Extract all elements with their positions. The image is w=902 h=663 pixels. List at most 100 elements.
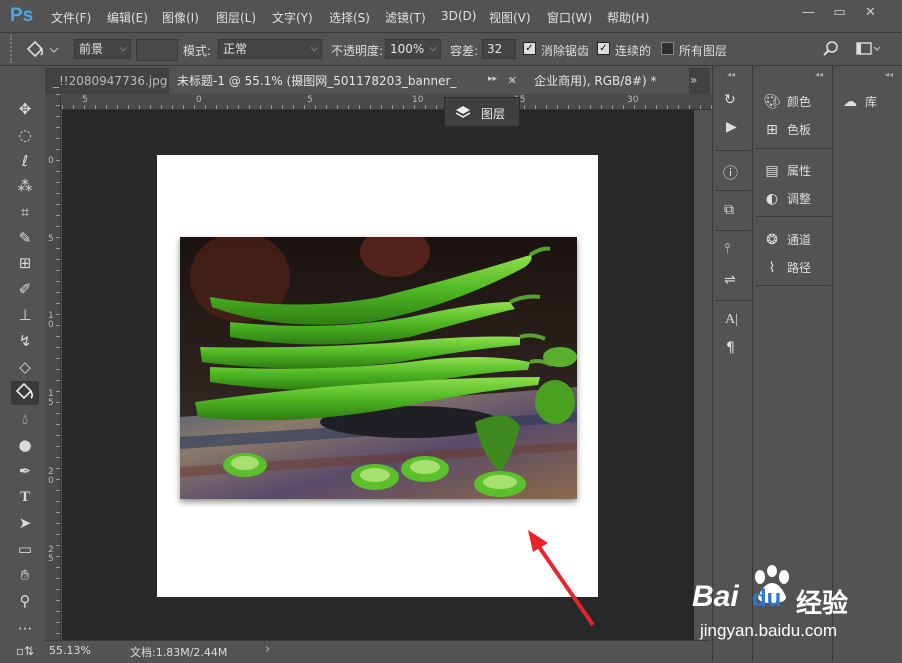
tab-document-2[interactable]: 未标题-1 @ 55.1% (摄图网_501178203_banner_ 企业商…	[169, 68, 689, 94]
brush-tool-icon[interactable]: ✐	[11, 277, 39, 301]
adjustments-panel-button[interactable]: ◐ 调整	[763, 190, 811, 207]
collapse-icon[interactable]: ◂◂	[815, 70, 823, 79]
history-icon[interactable]: ↻	[724, 92, 736, 108]
tools-panel: ✥ ◌ ℓ ⁂ ⌗ ✎ ⊞ ✐ ⊥ ↯ ◇ 💧︎ ● ✒ T ➤ ▭ ✋︎ ⚲ …	[8, 93, 44, 661]
swatches-label: 色板	[787, 123, 812, 137]
properties-icon: ▤	[765, 163, 779, 179]
ruler-tick-label: 2 5	[48, 545, 54, 564]
baidu-jingyan-watermark: Bai du 经验 jingyan.baidu.com	[692, 563, 902, 661]
palette-icon: 🎨︎	[763, 94, 781, 110]
close-button[interactable]: ✕	[857, 3, 884, 23]
history-brush-tool-icon[interactable]: ↯	[11, 329, 39, 353]
libraries-panel-button[interactable]: ☁ 库	[841, 93, 877, 110]
menu-help[interactable]: 帮助(H)	[607, 9, 649, 26]
menu-type[interactable]: 文字(Y)	[272, 9, 313, 26]
brush-presets-icon[interactable]: ⫯	[724, 241, 730, 257]
menu-filter[interactable]: 滤镜(T)	[385, 9, 426, 26]
pen-tool-icon[interactable]: ✒	[11, 459, 39, 483]
path-selection-tool-icon[interactable]: ➤	[11, 511, 39, 535]
actions-play-icon[interactable]: ▶	[726, 119, 737, 135]
chevron-down-icon: ⌵	[310, 43, 318, 54]
search-icon[interactable]	[822, 40, 840, 58]
status-menu-arrow-icon[interactable]: ›	[265, 642, 270, 657]
tab-document-1[interactable]: _!!2080947736.jpg ×	[45, 68, 169, 114]
eyedropper-tool-icon[interactable]: ✎	[11, 226, 39, 250]
rectangle-tool-icon[interactable]: ▭	[11, 537, 39, 561]
document-info: 文档:1.83M/2.44M	[130, 646, 228, 659]
zoom-level[interactable]: 55.13%	[49, 644, 91, 657]
pepper-photo[interactable]	[180, 237, 577, 499]
eraser-tool-icon[interactable]: ◇	[11, 355, 39, 379]
hand-tool-icon[interactable]: ✋︎	[11, 563, 39, 587]
blur-tool-icon[interactable]: 💧︎	[11, 407, 39, 431]
paint-bucket-tool-preset-icon[interactable]	[22, 38, 62, 60]
menu-edit[interactable]: 编辑(E)	[107, 9, 148, 26]
opacity-label: 不透明度:	[331, 44, 384, 58]
paths-panel-button[interactable]: ⌇ 路径	[763, 259, 811, 276]
clone-source-icon[interactable]: ⧉	[724, 202, 734, 218]
adjustments-icon: ◐	[765, 191, 779, 207]
marquee-tool-icon[interactable]: ◌	[11, 123, 39, 147]
mode-select[interactable]: 正常 ⌵	[218, 39, 322, 59]
menu-select[interactable]: 选择(S)	[329, 9, 370, 26]
menu-file[interactable]: 文件(F)	[51, 9, 91, 26]
clone-stamp-tool-icon[interactable]: ⊥	[11, 303, 39, 327]
paths-label: 路径	[787, 261, 812, 275]
fill-source-select[interactable]: 前景 ⌵	[74, 39, 131, 59]
horizontal-ruler: 5 0 5 10 15 30	[62, 94, 714, 110]
paths-icon: ⌇	[768, 260, 776, 276]
watermark-du: du	[752, 585, 782, 612]
channels-panel-button[interactable]: ❂ 通道	[763, 231, 811, 248]
swatches-panel-button[interactable]: ⊞ 色板	[763, 121, 811, 138]
pattern-picker[interactable]	[136, 39, 178, 61]
channels-icon: ❂	[766, 232, 778, 248]
tolerance-input[interactable]: 32	[482, 39, 516, 59]
divider	[715, 230, 751, 231]
properties-panel-button[interactable]: ▤ 属性	[763, 162, 811, 179]
antialias-checkbox[interactable]: ✓	[523, 42, 536, 55]
menu-view[interactable]: 视图(V)	[489, 9, 531, 26]
divider	[755, 216, 831, 217]
tool-presets-icon[interactable]: ⇌	[724, 272, 736, 288]
paint-bucket-tool-icon[interactable]	[11, 381, 39, 405]
divider	[715, 300, 751, 301]
lasso-tool-icon[interactable]: ℓ	[11, 149, 39, 173]
ruler-tick-label: 2 0	[48, 467, 54, 486]
collapse-icon[interactable]: ◂◂	[727, 70, 735, 79]
layers-label: 图层	[481, 107, 506, 121]
menu-window[interactable]: 窗口(W)	[547, 9, 592, 26]
ruler-tick-label: 10	[412, 95, 424, 105]
minimize-button[interactable]: —	[795, 3, 822, 23]
collapse-icon[interactable]: ◂◂	[885, 70, 893, 79]
collapse-icon[interactable]: ▸▸	[488, 74, 497, 84]
opacity-input[interactable]: 100% ⌵	[385, 39, 441, 59]
info-icon[interactable]: ⓘ	[723, 162, 738, 183]
grip-handle[interactable]	[10, 35, 16, 63]
default-colors-icon[interactable]: ▫⇅	[11, 639, 39, 663]
zoom-tool-icon[interactable]: ⚲	[11, 589, 39, 613]
tab-overflow-icon[interactable]: »	[690, 73, 697, 87]
move-tool-icon[interactable]: ✥	[11, 97, 39, 121]
magic-wand-tool-icon[interactable]: ⁂	[11, 174, 39, 198]
healing-brush-tool-icon[interactable]: ⊞	[11, 251, 39, 275]
crop-tool-icon[interactable]: ⌗	[11, 200, 39, 224]
adjustments-label: 调整	[787, 192, 812, 206]
paragraph-icon[interactable]: ¶	[726, 340, 735, 356]
more-tools-icon[interactable]: ···	[11, 617, 39, 641]
mode-label: 模式:	[183, 44, 212, 58]
divider	[715, 150, 751, 151]
menu-image[interactable]: 图像(I)	[162, 9, 199, 26]
watermark-url: jingyan.baidu.com	[700, 621, 838, 640]
dodge-tool-icon[interactable]: ●	[11, 433, 39, 457]
restore-button[interactable]: ▭	[826, 3, 853, 23]
contiguous-checkbox[interactable]: ✓	[597, 42, 610, 55]
close-icon[interactable]: ×	[508, 73, 517, 86]
layers-panel-button[interactable]: 图层	[444, 97, 520, 127]
all-layers-checkbox[interactable]	[661, 42, 674, 55]
menu-layer[interactable]: 图层(L)	[216, 9, 256, 26]
menu-3d[interactable]: 3D(D)	[441, 9, 476, 23]
type-tool-icon[interactable]: T	[11, 485, 39, 509]
character-icon[interactable]: A|	[725, 312, 738, 328]
color-panel-button[interactable]: 🎨︎ 颜色	[763, 93, 811, 110]
workspace-switcher-icon[interactable]	[856, 41, 882, 57]
